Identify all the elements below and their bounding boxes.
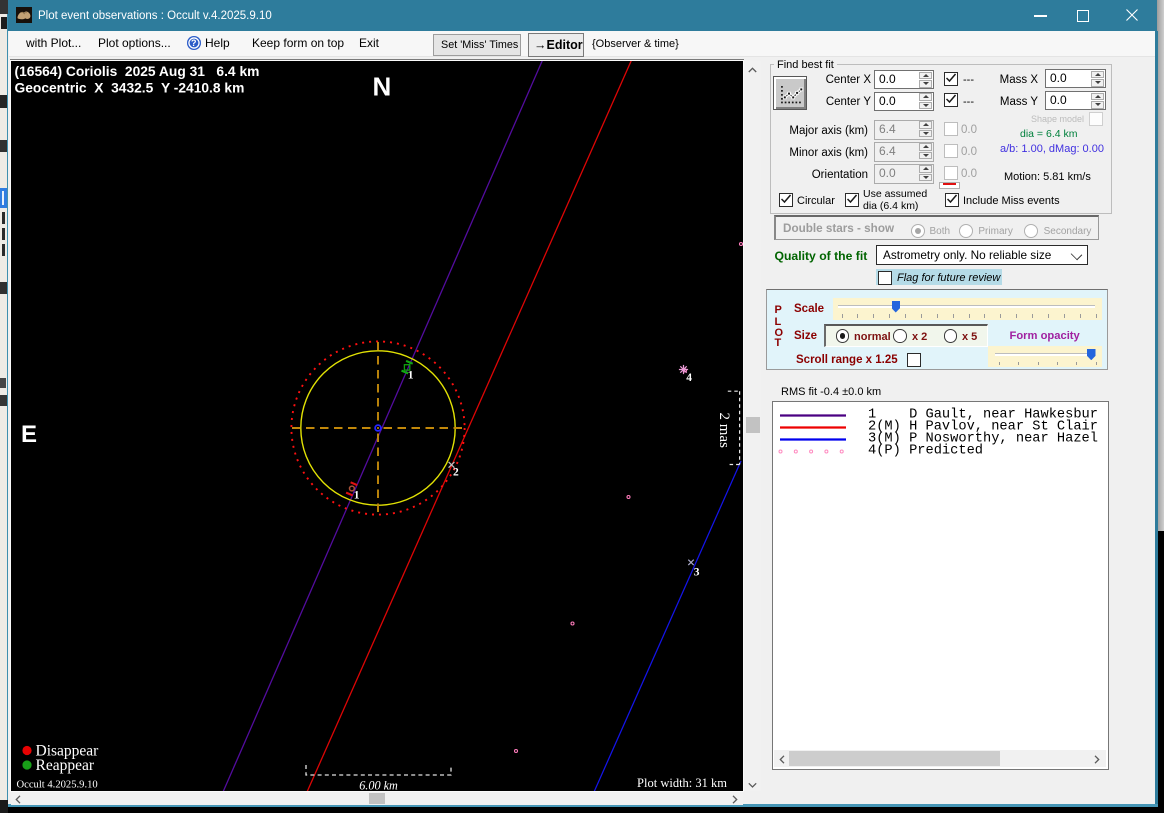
svg-text:2 mas: 2 mas bbox=[716, 413, 732, 449]
svg-text:Occult 4.2025.9.10: Occult 4.2025.9.10 bbox=[17, 780, 98, 791]
svg-text:Reappear: Reappear bbox=[36, 757, 95, 774]
svg-text:E: E bbox=[21, 421, 37, 448]
svg-text:Geocentric X 3432.5 Y -2410: Geocentric X 3432.5 Y -2410.8 km bbox=[15, 81, 245, 96]
svg-text:2: 2 bbox=[453, 467, 459, 479]
svg-text:6.00 km: 6.00 km bbox=[359, 779, 398, 792]
svg-text:(16564) Coriolis 2025 Aug 31: (16564) Coriolis 2025 Aug 31 6.4 km bbox=[15, 64, 260, 79]
svg-text:Plot width: 31 km: Plot width: 31 km bbox=[637, 776, 727, 790]
svg-text:3: 3 bbox=[694, 566, 700, 578]
svg-text:1: 1 bbox=[354, 489, 360, 501]
svg-text:4: 4 bbox=[686, 372, 692, 384]
svg-text:4(P) Predicted: 4(P) Predicted bbox=[868, 444, 983, 459]
svg-text:1: 1 bbox=[408, 369, 414, 381]
svg-text:N: N bbox=[373, 72, 392, 102]
